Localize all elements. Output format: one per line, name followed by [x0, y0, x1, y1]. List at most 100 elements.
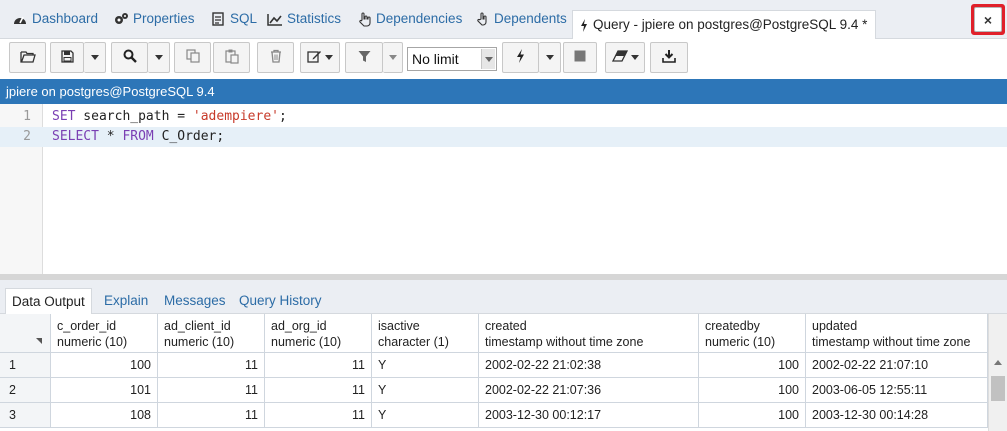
bolt-icon: [579, 17, 589, 33]
row-number[interactable]: 3: [0, 403, 51, 428]
table-cell[interactable]: 2003-06-05 12:55:11: [806, 378, 988, 403]
chevron-down-icon: [388, 55, 397, 60]
save-icon: [60, 49, 74, 66]
table-cell[interactable]: 11: [265, 353, 372, 378]
table-cell[interactable]: 2002-02-22 21:07:36: [479, 378, 699, 403]
tab-messages[interactable]: Messages: [164, 293, 226, 308]
tab-sql[interactable]: SQL: [210, 11, 257, 39]
clear-button[interactable]: [605, 42, 645, 73]
select-arrow: [481, 49, 495, 69]
grid-vertical-scrollbar[interactable]: [988, 314, 1007, 431]
column-header[interactable]: ad_org_id numeric (10): [265, 314, 372, 353]
table-cell[interactable]: 100: [699, 403, 806, 428]
execute-button[interactable]: [502, 42, 539, 73]
edit-button[interactable]: [300, 42, 340, 73]
table-cell[interactable]: 2003-12-30 00:14:28: [806, 403, 988, 428]
stop-icon: [574, 50, 586, 65]
column-header[interactable]: updated timestamp without time zone: [806, 314, 988, 353]
chevron-down-icon: [484, 56, 493, 62]
editor-line[interactable]: 1 SET search_path = 'adempiere';: [0, 107, 1007, 127]
gears-icon: [113, 11, 129, 27]
row-number[interactable]: 2: [0, 378, 51, 403]
table-cell[interactable]: 2002-02-22 21:07:10: [806, 353, 988, 378]
chevron-down-icon: [630, 55, 639, 60]
dashboard-icon: [12, 11, 28, 27]
table-cell[interactable]: 11: [158, 403, 265, 428]
connection-bar: jpiere on postgres@PostgreSQL 9.4: [0, 79, 1007, 104]
tab-statistics[interactable]: Statistics: [267, 11, 341, 39]
tab-dependents[interactable]: Dependents: [474, 11, 567, 39]
tab-bar: Dashboard Properties SQL Statistics Depe…: [0, 0, 1007, 40]
copy-button[interactable]: [174, 42, 211, 73]
tab-query[interactable]: Query - jpiere on postgres@PostgreSQL 9.…: [572, 10, 877, 40]
column-header[interactable]: c_order_id numeric (10): [51, 314, 158, 353]
table-cell[interactable]: 11: [265, 403, 372, 428]
table-cell[interactable]: 100: [699, 378, 806, 403]
chevron-down-icon: [154, 55, 163, 60]
tab-explain[interactable]: Explain: [104, 293, 148, 308]
chevron-down-icon: [90, 55, 99, 60]
table-cell[interactable]: Y: [372, 353, 479, 378]
table-cell[interactable]: Y: [372, 378, 479, 403]
scrollbar-thumb[interactable]: [991, 376, 1005, 401]
output-tab-bar: Data Output Explain Messages Query Histo…: [0, 280, 1007, 315]
execute-dropdown-button[interactable]: [539, 42, 561, 73]
tab-query-history[interactable]: Query History: [239, 293, 322, 308]
hand-pointer-icon: [356, 11, 372, 27]
find-button[interactable]: [111, 42, 148, 73]
sort-caret-icon: [36, 338, 42, 344]
close-tab-button[interactable]: ×: [971, 4, 1005, 35]
scroll-up-arrow-icon[interactable]: [994, 360, 1002, 365]
close-icon: ×: [974, 7, 1002, 32]
connection-label: jpiere on postgres@PostgreSQL 9.4: [6, 84, 215, 99]
code-text: SELECT * FROM C_Order;: [52, 129, 225, 144]
eraser-icon: [611, 50, 628, 65]
table-cell[interactable]: 108: [51, 403, 158, 428]
filter-button[interactable]: [345, 42, 383, 73]
find-dropdown-button[interactable]: [148, 42, 170, 73]
stop-button[interactable]: [563, 42, 597, 73]
column-header[interactable]: ad_client_id numeric (10): [158, 314, 265, 353]
tab-dashboard[interactable]: Dashboard: [12, 11, 98, 39]
save-button[interactable]: [50, 42, 84, 73]
row-number[interactable]: 1: [0, 353, 51, 378]
paste-icon: [224, 49, 239, 67]
tab-properties[interactable]: Properties: [113, 11, 195, 39]
copy-icon: [185, 49, 200, 66]
table-cell[interactable]: 2003-12-30 00:12:17: [479, 403, 699, 428]
table-cell[interactable]: 100: [699, 353, 806, 378]
download-icon: [662, 49, 676, 66]
hand-up-icon: [474, 11, 490, 27]
result-grid: c_order_id numeric (10) ad_client_id numer…: [0, 314, 988, 431]
chevron-down-icon: [545, 55, 554, 60]
filter-icon: [358, 50, 371, 66]
column-header[interactable]: isactive character (1): [372, 314, 479, 353]
grid-corner-header[interactable]: [0, 314, 51, 353]
table-cell[interactable]: 2002-02-22 21:02:38: [479, 353, 699, 378]
table-cell[interactable]: 100: [51, 353, 158, 378]
filter-dropdown-button[interactable]: [383, 42, 403, 73]
query-toolbar: No limit: [0, 39, 1007, 78]
table-cell[interactable]: 101: [51, 378, 158, 403]
row-limit-select[interactable]: No limit: [407, 47, 497, 71]
tab-dependencies[interactable]: Dependencies: [356, 11, 462, 39]
download-button[interactable]: [650, 42, 688, 73]
line-number: 1: [23, 109, 31, 124]
open-file-button[interactable]: [9, 42, 46, 73]
sql-editor[interactable]: 1 SET search_path = 'adempiere'; 2 SELEC…: [0, 104, 1007, 274]
edit-icon: [307, 49, 322, 66]
table-cell[interactable]: 11: [265, 378, 372, 403]
tab-data-output[interactable]: Data Output: [5, 288, 92, 315]
line-number: 2: [23, 129, 31, 144]
table-cell[interactable]: 11: [158, 378, 265, 403]
table-cell[interactable]: 11: [158, 353, 265, 378]
column-header[interactable]: created timestamp without time zone: [479, 314, 699, 353]
editor-line-active[interactable]: 2 SELECT * FROM C_Order;: [0, 127, 1007, 147]
save-dropdown-button[interactable]: [84, 42, 106, 73]
column-header[interactable]: createdby numeric (10): [699, 314, 806, 353]
chevron-down-icon: [325, 55, 333, 60]
trash-icon: [270, 49, 282, 66]
table-cell[interactable]: Y: [372, 403, 479, 428]
delete-button[interactable]: [257, 42, 294, 73]
paste-button[interactable]: [213, 42, 250, 73]
